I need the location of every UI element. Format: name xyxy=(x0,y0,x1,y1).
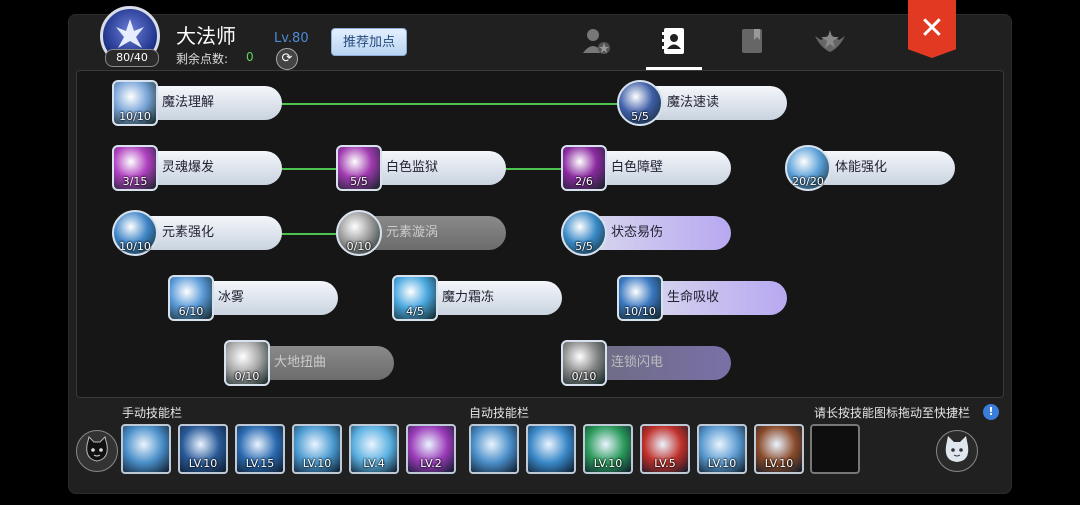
skill-node[interactable]: 大地扭曲 0/10 xyxy=(224,340,394,386)
book-icon xyxy=(742,29,762,53)
slot-level: LV.10 xyxy=(707,457,737,470)
skill-level: 10/10 xyxy=(624,305,656,318)
slot-level: LV.5 xyxy=(654,457,676,470)
person-star-icon xyxy=(583,29,610,54)
skill-node[interactable]: 白色障壁 2/6 xyxy=(561,145,731,191)
slot-level: LV.10 xyxy=(593,457,623,470)
skill-level: 2/6 xyxy=(575,175,593,188)
slot-level: LV.2 xyxy=(420,457,442,470)
tab-emblem[interactable] xyxy=(812,26,848,62)
cat-face-icon xyxy=(945,436,969,462)
info-icon[interactable]: ! xyxy=(983,404,999,420)
skill-node[interactable]: 体能强化 20/20 xyxy=(785,145,955,191)
skill-level: 3/15 xyxy=(122,175,148,188)
recommend-points-button[interactable]: 推荐加点 xyxy=(331,28,407,56)
skill-level: 4/5 xyxy=(406,305,424,318)
skill-level: 10/10 xyxy=(119,240,151,253)
manual_bar-slot[interactable]: LV.10 xyxy=(292,424,342,474)
tab-character[interactable] xyxy=(578,26,614,62)
character-level: Lv.80 xyxy=(274,31,309,46)
manual-pet-button[interactable] xyxy=(76,430,118,472)
manual_bar-slot[interactable]: LV.2 xyxy=(406,424,456,474)
auto-bar-title: 自动技能栏 xyxy=(469,406,530,420)
auto_bar-slot[interactable]: LV.10 xyxy=(754,424,804,474)
skill-level: 5/5 xyxy=(350,175,368,188)
skill-level: 0/10 xyxy=(346,240,372,253)
manual-bar-title: 手动技能栏 xyxy=(122,406,183,420)
tab-skills[interactable] xyxy=(656,26,692,62)
slot-level: LV.10 xyxy=(188,457,218,470)
skill-level: 10/10 xyxy=(119,110,151,123)
auto-pet-button[interactable] xyxy=(936,430,978,472)
slot-level: LV.4 xyxy=(363,457,385,470)
skill-node[interactable]: 状态易伤 5/5 xyxy=(561,210,731,256)
manual_bar-slot[interactable]: LV.10 xyxy=(178,424,228,474)
close-icon: ✕ xyxy=(919,11,945,46)
skill-node[interactable]: 白色监狱 5/5 xyxy=(336,145,506,191)
skill-node[interactable]: 魔法速读 5/5 xyxy=(617,80,787,126)
skill-level: 0/10 xyxy=(571,370,597,383)
skill-node[interactable]: 魔法理解 10/10 xyxy=(112,80,282,126)
skill-level: 6/10 xyxy=(178,305,204,318)
skill-level: 20/20 xyxy=(792,175,824,188)
skill-link xyxy=(504,168,564,170)
drag-hint: 请长按技能图标拖动至快捷栏 xyxy=(814,406,971,420)
skill-node[interactable]: 元素漩涡 0/10 xyxy=(336,210,506,256)
skill-node[interactable]: 灵魂爆发 3/15 xyxy=(112,145,282,191)
slot-level: LV.10 xyxy=(302,457,332,470)
slot-level: LV.15 xyxy=(245,457,275,470)
skill-node[interactable]: 连锁闪电 0/10 xyxy=(561,340,731,386)
auto_bar-slot[interactable]: LV.10 xyxy=(583,424,633,474)
skill-node[interactable]: 魔力霜冻 4/5 xyxy=(392,275,562,321)
cat-face-icon xyxy=(86,436,108,462)
skill-node[interactable]: 冰雾 6/10 xyxy=(168,275,338,321)
avatar-points-badge: 80/40 xyxy=(105,49,159,67)
manual_bar-slot[interactable]: LV.15 xyxy=(235,424,285,474)
skill-level: 0/10 xyxy=(234,370,260,383)
points-label: 剩余点数: xyxy=(176,52,229,66)
auto_bar-slot[interactable] xyxy=(469,424,519,474)
skill-link xyxy=(280,168,340,170)
skill-node[interactable]: 元素强化 10/10 xyxy=(112,210,282,256)
slot-level: LV.10 xyxy=(764,457,794,470)
emblem-icon xyxy=(815,30,845,52)
auto_bar-slot[interactable]: LV.5 xyxy=(640,424,690,474)
skill-level: 5/5 xyxy=(631,110,649,123)
skill-level: 5/5 xyxy=(575,240,593,253)
class-name: 大法师 xyxy=(176,24,236,48)
refresh-icon: ⟳ xyxy=(281,51,293,66)
close-button[interactable]: ✕ xyxy=(908,0,956,58)
auto_bar-slot[interactable]: LV.10 xyxy=(697,424,747,474)
auto_bar-slot[interactable] xyxy=(526,424,576,474)
skill-link xyxy=(280,233,340,235)
manual_bar-slot[interactable] xyxy=(121,424,171,474)
skill-node[interactable]: 生命吸收 10/10 xyxy=(617,275,787,321)
skill-link xyxy=(280,103,620,105)
manual_bar-slot[interactable]: LV.4 xyxy=(349,424,399,474)
auto_bar-empty-slot[interactable] xyxy=(810,424,860,474)
points-value: 0 xyxy=(246,50,254,64)
tab-book[interactable] xyxy=(734,26,770,62)
mage-emblem-icon xyxy=(116,19,144,48)
reset-points-button[interactable]: ⟳ xyxy=(276,48,298,70)
contacts-book-icon xyxy=(662,28,684,54)
